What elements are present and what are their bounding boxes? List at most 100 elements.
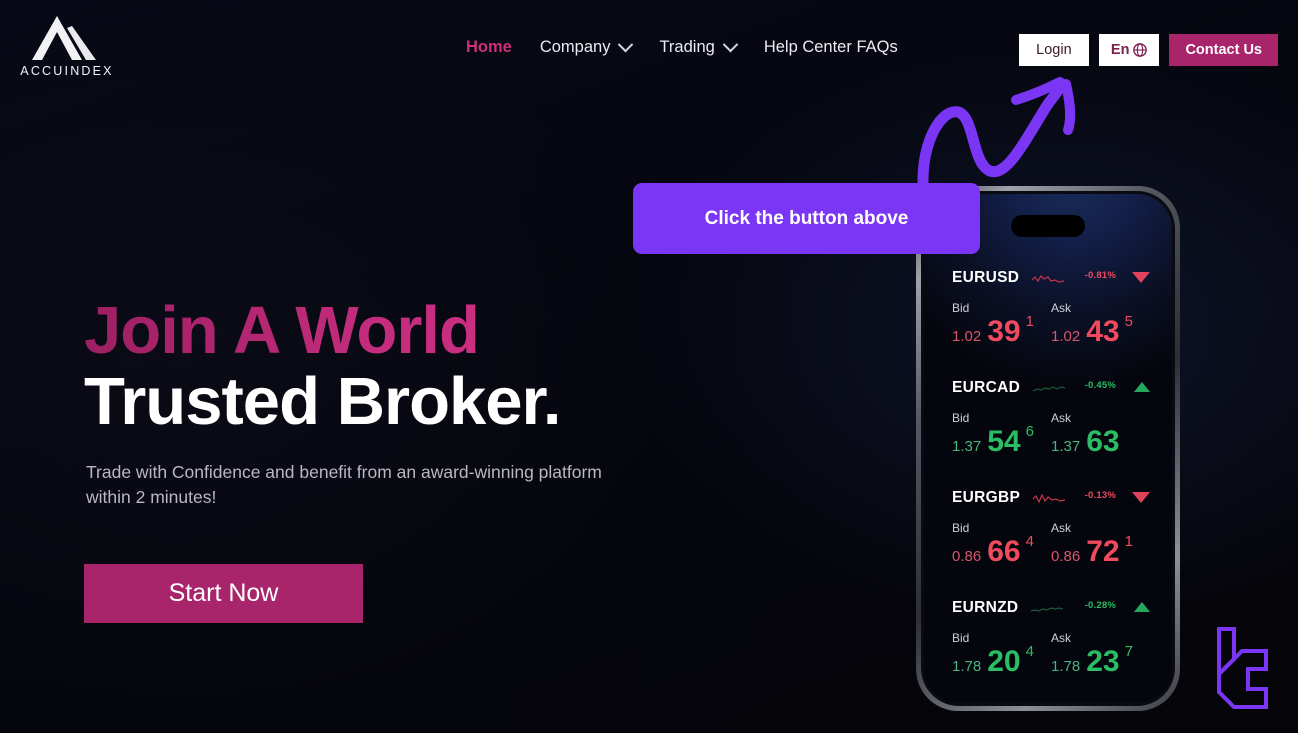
quote-body: Bid 1.37 54 6 Ask 1.37 63: [952, 411, 1150, 457]
hero-headline-line2: Trusted Broker.: [84, 363, 562, 439]
bid-integer: 0.86: [952, 548, 982, 565]
bid-value: 1.37 54 6: [952, 423, 1051, 458]
phone-screen: EURUSD -0.81% Bid 1.02 39 1 Ask 1.02 43 …: [924, 194, 1172, 703]
bid-value: 1.78 20 4: [952, 643, 1051, 678]
ask-value: 1.78 23 7: [1051, 643, 1150, 678]
bid-label: Bid: [952, 411, 970, 425]
ask-block: Ask 1.37 63: [1051, 411, 1150, 457]
bid-fraction: 4: [1025, 643, 1034, 660]
quote-symbol: EURGBP: [952, 489, 1021, 506]
nav-item-label: Trading: [659, 38, 715, 56]
quote-symbol: EURNZD: [952, 599, 1019, 616]
language-switcher-button[interactable]: En: [1098, 34, 1160, 66]
bid-fraction: 4: [1025, 533, 1034, 550]
quote-symbol: EURCAD: [952, 379, 1021, 396]
ask-pips: 63: [1086, 425, 1120, 458]
ask-integer: 1.02: [1051, 328, 1081, 345]
ask-value: 0.86 72 1: [1051, 533, 1150, 568]
bid-pips: 39: [987, 315, 1021, 348]
header-actions: Login En Contact Us: [1018, 34, 1278, 66]
globe-icon: [1133, 43, 1148, 57]
dynamic-island-icon: [1011, 215, 1085, 237]
language-label: En: [1110, 42, 1130, 58]
quote-row[interactable]: EURNZD -0.28% Bid 1.78 20 4 Ask 1.78 23 …: [924, 595, 1172, 703]
nav-item-company[interactable]: Company: [526, 36, 646, 59]
quote-change-percent: -0.81%: [1084, 270, 1116, 281]
ask-pips: 72: [1086, 535, 1120, 568]
triangle-up-icon: [1134, 382, 1150, 392]
contact-us-button[interactable]: Contact Us: [1169, 34, 1278, 66]
ask-label: Ask: [1051, 301, 1072, 315]
sparkline-icon: [1031, 274, 1065, 283]
triangle-down-icon: [1132, 492, 1150, 503]
ask-pips: 43: [1086, 315, 1120, 348]
hero-subtext: Trade with Confidence and benefit from a…: [86, 462, 602, 507]
bid-block: Bid 1.78 20 4: [952, 631, 1051, 677]
sparkline-icon: [1032, 385, 1066, 392]
phone-mockup: EURUSD -0.81% Bid 1.02 39 1 Ask 1.02 43 …: [916, 186, 1180, 711]
ask-fraction: 5: [1124, 313, 1133, 330]
ask-fraction: 7: [1124, 643, 1133, 660]
bid-block: Bid 0.86 66 4: [952, 521, 1051, 567]
bid-fraction: 1: [1025, 313, 1034, 330]
triangle-down-icon: [1132, 272, 1150, 283]
ask-block: Ask 0.86 72 1: [1051, 521, 1150, 567]
bid-pips: 54: [987, 425, 1021, 458]
quote-row[interactable]: EURUSD -0.81% Bid 1.02 39 1 Ask 1.02 43 …: [924, 265, 1172, 375]
bid-value: 1.02 39 1: [952, 313, 1051, 348]
bid-integer: 1.78: [952, 658, 982, 675]
brand-name: ACCUINDEX: [20, 64, 114, 78]
hero-section: Join A World Trusted Broker. Trade with …: [84, 296, 724, 623]
bid-block: Bid 1.02 39 1: [952, 301, 1051, 347]
mountain-logo-icon: [32, 16, 96, 60]
ask-fraction: 1: [1124, 533, 1133, 550]
quote-header: EURNZD -0.28%: [952, 595, 1150, 621]
ask-value: 1.37 63: [1051, 427, 1150, 457]
chevron-down-icon: [722, 36, 739, 53]
ask-label: Ask: [1051, 411, 1072, 425]
quote-body: Bid 1.02 39 1 Ask 1.02 43 5: [952, 301, 1150, 347]
quote-body: Bid 1.78 20 4 Ask 1.78 23 7: [952, 631, 1150, 677]
click-the-button-above-callout[interactable]: Click the button above: [633, 183, 980, 254]
brand-logo[interactable]: ACCUINDEX: [20, 14, 112, 86]
quote-row[interactable]: EURGBP -0.13% Bid 0.86 66 4 Ask 0.86 72 …: [924, 485, 1172, 595]
ask-integer: 0.86: [1051, 548, 1081, 565]
purple-geometric-logo-icon: [1217, 627, 1268, 709]
quote-symbol: EURUSD: [952, 269, 1020, 286]
nav-item-trading[interactable]: Trading: [645, 36, 749, 59]
sparkline-icon: [1031, 606, 1064, 612]
ask-integer: 1.78: [1051, 658, 1081, 675]
start-now-button[interactable]: Start Now: [84, 564, 363, 623]
nav-item-label: Help Center FAQs: [763, 38, 898, 56]
ask-block: Ask 1.78 23 7: [1051, 631, 1150, 677]
login-button[interactable]: Login: [1018, 34, 1089, 66]
sparkline-icon: [1032, 493, 1066, 503]
site-header: ACCUINDEX Home Company Trading Help Cent…: [0, 0, 1298, 98]
bid-integer: 1.37: [952, 438, 982, 455]
ask-label: Ask: [1051, 631, 1072, 645]
quotes-list: EURUSD -0.81% Bid 1.02 39 1 Ask 1.02 43 …: [924, 265, 1172, 703]
bid-integer: 1.02: [952, 328, 982, 345]
phone-bezel: EURUSD -0.81% Bid 1.02 39 1 Ask 1.02 43 …: [921, 191, 1175, 706]
bid-pips: 66: [987, 535, 1021, 568]
hero-headline-line1: Join A World: [84, 296, 724, 366]
quote-header: EURGBP -0.13%: [952, 485, 1150, 511]
ask-integer: 1.37: [1051, 438, 1081, 455]
quote-header: EURUSD -0.81%: [952, 265, 1150, 291]
triangle-up-icon: [1134, 602, 1150, 612]
quote-change-percent: -0.45%: [1084, 380, 1116, 391]
main-nav: Home Company Trading Help Center FAQs: [452, 36, 912, 59]
bid-pips: 20: [987, 645, 1021, 678]
landing-page: ACCUINDEX Home Company Trading Help Cent…: [0, 0, 1298, 733]
nav-item-home[interactable]: Home: [452, 36, 526, 59]
bid-label: Bid: [952, 301, 970, 315]
ask-block: Ask 1.02 43 5: [1051, 301, 1150, 347]
bid-fraction: 6: [1025, 423, 1034, 440]
nav-item-help-center-faqs[interactable]: Help Center FAQs: [750, 36, 912, 59]
chevron-down-icon: [618, 36, 634, 53]
bid-label: Bid: [952, 631, 970, 645]
quote-row[interactable]: EURCAD -0.45% Bid 1.37 54 6 Ask 1.37 63: [924, 375, 1172, 485]
nav-item-label: Home: [466, 38, 512, 56]
quote-body: Bid 0.86 66 4 Ask 0.86 72 1: [952, 521, 1150, 567]
ask-pips: 23: [1086, 645, 1120, 678]
